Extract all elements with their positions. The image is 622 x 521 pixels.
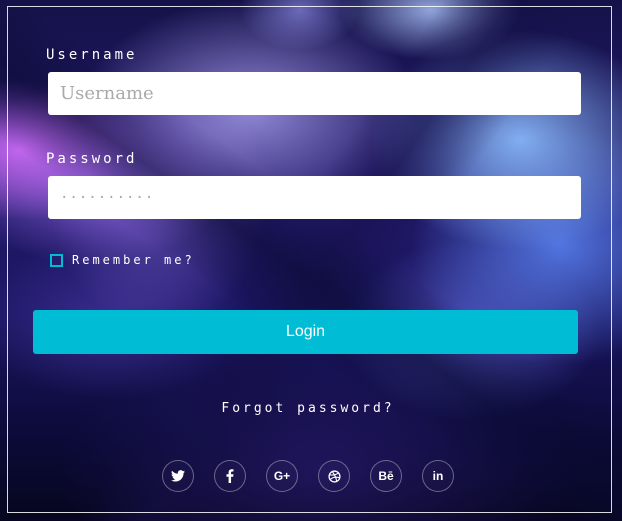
username-input[interactable] bbox=[48, 72, 581, 115]
behance-icon: Bē bbox=[378, 469, 394, 483]
remember-me-checkbox[interactable] bbox=[50, 253, 63, 267]
dribbble-button[interactable] bbox=[318, 460, 350, 492]
behance-button[interactable]: Bē bbox=[370, 460, 402, 492]
social-links: G+ Bē in bbox=[162, 460, 454, 492]
twitter-icon bbox=[171, 470, 185, 482]
remember-me-label: Remember me? bbox=[72, 253, 195, 267]
username-label: Username bbox=[46, 47, 138, 63]
linkedin-button[interactable]: in bbox=[422, 460, 454, 492]
forgot-password-link[interactable]: Forgot password? bbox=[0, 401, 616, 416]
google-plus-icon: G+ bbox=[273, 469, 291, 483]
facebook-icon bbox=[226, 469, 234, 483]
facebook-button[interactable] bbox=[214, 460, 246, 492]
password-input[interactable] bbox=[48, 176, 581, 219]
remember-me-toggle[interactable]: Remember me? bbox=[50, 253, 195, 267]
google-plus-button[interactable]: G+ bbox=[266, 460, 298, 492]
login-screen: Username Password Remember me? Login For… bbox=[0, 0, 622, 521]
twitter-button[interactable] bbox=[162, 460, 194, 492]
dribbble-icon bbox=[327, 469, 341, 483]
login-button[interactable]: Login bbox=[33, 310, 578, 354]
password-label: Password bbox=[46, 151, 138, 167]
linkedin-icon: in bbox=[432, 469, 444, 483]
